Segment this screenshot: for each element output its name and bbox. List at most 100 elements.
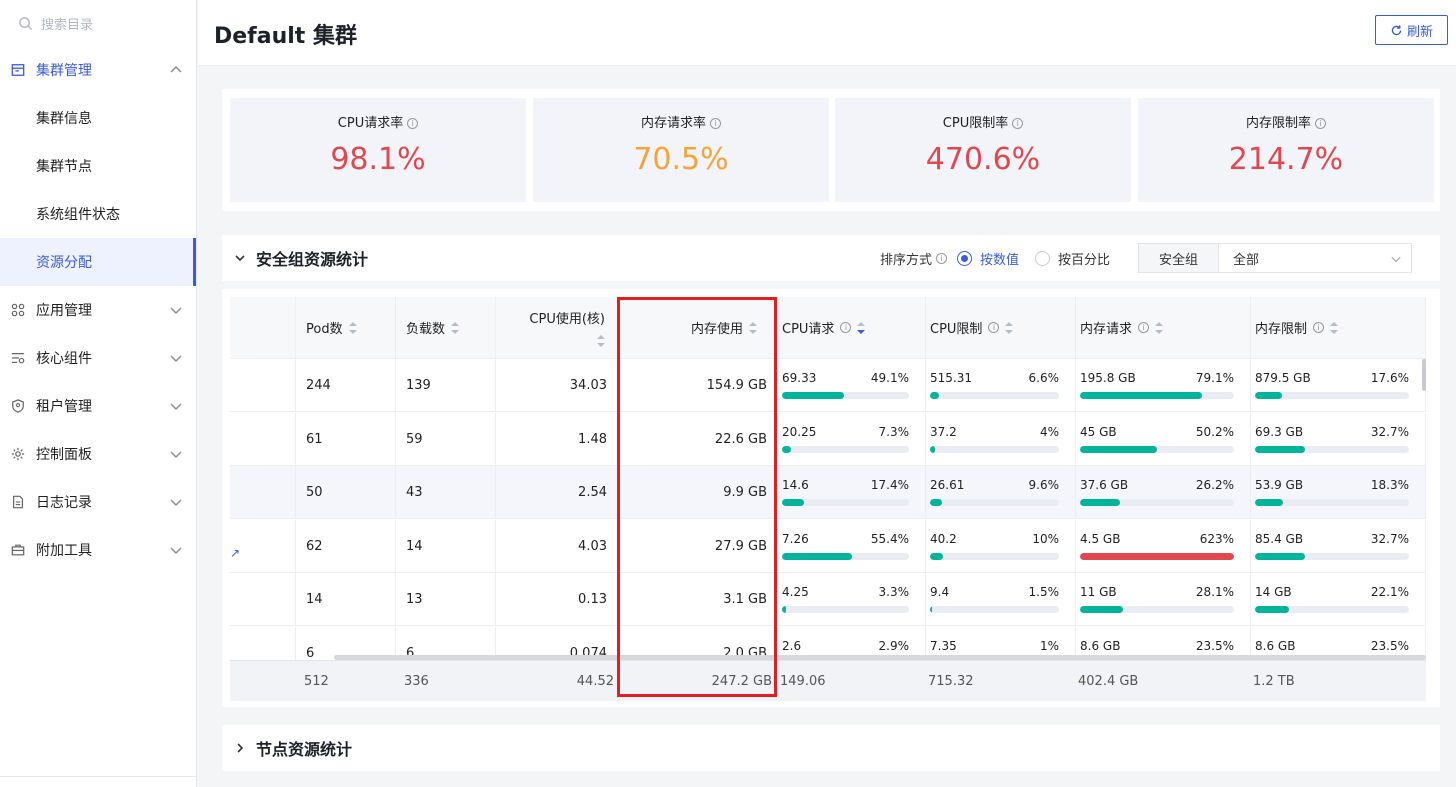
sidebar-group-6[interactable]: 附加工具 bbox=[0, 526, 196, 574]
bar-value: 69.3 GB bbox=[1255, 424, 1304, 439]
sort-icon[interactable] bbox=[451, 321, 460, 334]
filter-label: 安全组 bbox=[1139, 244, 1219, 272]
sidebar-group-3[interactable]: 租户管理 bbox=[0, 382, 196, 430]
table-header-mem-req[interactable]: 内存请求 i bbox=[1076, 297, 1251, 359]
sort-by-percent-radio[interactable] bbox=[1034, 250, 1050, 266]
sidebar-item-label: 系统组件状态 bbox=[36, 207, 120, 223]
cpu-use-cell: 34.03 bbox=[496, 359, 618, 412]
bar-percent: 10% bbox=[1032, 531, 1059, 546]
sidebar-group-label: 控制面板 bbox=[36, 447, 92, 463]
cpu-lim-cell: 40.2 10% bbox=[926, 519, 1076, 573]
chevron-down-icon[interactable] bbox=[234, 252, 246, 264]
pods-cell: 14 bbox=[296, 573, 396, 626]
table-row[interactable]: 244 139 34.03 154.9 GB 69.33 49.1% 515.31 6.6% 1… bbox=[230, 359, 1426, 412]
sort-by-value-label[interactable]: 按数值 bbox=[980, 249, 1019, 268]
sidebar-item-0-1[interactable]: 集群节点 bbox=[0, 142, 196, 190]
refresh-button[interactable]: 刷新 bbox=[1375, 15, 1448, 45]
table-row[interactable]: 61 59 1.48 22.6 GB 20.25 7.3% 37.2 4% 45 GB 50.2%… bbox=[230, 412, 1426, 466]
info-icon[interactable]: i bbox=[1315, 118, 1326, 129]
progress-track bbox=[1255, 499, 1409, 506]
security-group-select[interactable]: 全部 bbox=[1219, 244, 1411, 272]
page-title: Default 集群 bbox=[214, 24, 357, 49]
cpu-req-cell: 69.33 49.1% bbox=[778, 359, 926, 412]
sort-icon[interactable] bbox=[1330, 321, 1339, 334]
progress-track bbox=[930, 445, 1059, 453]
mem-req-cell: 37.6 GB 26.2% bbox=[1076, 466, 1251, 519]
progress-track bbox=[782, 552, 909, 560]
sidebar-item-0-0[interactable]: 集群信息 bbox=[0, 94, 196, 142]
sort-icon[interactable] bbox=[857, 321, 866, 334]
stat-label-text: CPU请求率 bbox=[337, 116, 404, 131]
cpu-use-cell: 0.13 bbox=[496, 573, 618, 626]
vertical-scrollbar[interactable] bbox=[1422, 359, 1426, 391]
progress-fill bbox=[1255, 606, 1290, 613]
sort-icon[interactable] bbox=[1005, 321, 1014, 334]
stat-label-text: 内存请求率 bbox=[640, 116, 706, 131]
sidebar-group-2[interactable]: 核心组件 bbox=[0, 334, 196, 382]
sort-icon[interactable] bbox=[1155, 321, 1164, 334]
info-icon[interactable]: i bbox=[1138, 322, 1150, 333]
table-header-loads[interactable]: 负载数 bbox=[396, 297, 496, 359]
info-icon[interactable]: i bbox=[1012, 118, 1024, 129]
chevron-down-icon bbox=[170, 307, 182, 314]
sidebar-group-label: 核心组件 bbox=[36, 351, 92, 367]
chevron-down-icon bbox=[170, 403, 182, 410]
sort-by-value-radio[interactable] bbox=[956, 250, 972, 266]
sidebar-search[interactable]: 搜索目录 bbox=[0, 0, 196, 46]
sidebar-item-0-2[interactable]: 系统组件状态 bbox=[0, 190, 196, 238]
chevron-down-icon bbox=[170, 547, 182, 554]
external-link-icon[interactable]: ↗ bbox=[230, 546, 240, 560]
bar-value: 8.6 GB bbox=[1080, 638, 1121, 653]
sort-icon[interactable] bbox=[348, 321, 357, 334]
table-header-pods[interactable]: Pod数 bbox=[296, 297, 396, 359]
stats-panel: CPU请求率 i 98.1% 内存请求率 i 70.5% CPU限制率 i 470.6% 内存限制… bbox=[222, 89, 1440, 211]
sort-by-percent-label[interactable]: 按百分比 bbox=[1058, 249, 1110, 268]
sidebar-group-label: 附加工具 bbox=[36, 543, 92, 559]
sidebar-group-5[interactable]: 日志记录 bbox=[0, 478, 196, 526]
loads-cell: 59 bbox=[396, 412, 496, 466]
bar-percent: 1% bbox=[1039, 638, 1059, 653]
info-icon[interactable]: i bbox=[1313, 322, 1325, 333]
sort-label: 排序方式 bbox=[879, 252, 932, 268]
sort-icon[interactable] bbox=[597, 335, 605, 347]
table-row[interactable]: 50 43 2.54 9.9 GB 14.6 17.4% 26.61 9.6% 37.6 GB 2… bbox=[230, 466, 1426, 519]
info-icon[interactable]: i bbox=[710, 118, 721, 129]
sidebar-item-label: 资源分配 bbox=[36, 255, 92, 271]
node-section-header[interactable]: 节点资源统计 bbox=[222, 725, 1440, 771]
progress-fill bbox=[1255, 499, 1284, 506]
sort-icon[interactable] bbox=[749, 321, 757, 334]
bar-percent: 4% bbox=[1039, 424, 1059, 439]
progress-fill bbox=[1255, 445, 1306, 453]
bar-value: 515.31 bbox=[930, 371, 972, 385]
table-row[interactable]: 14 13 0.13 3.1 GB 4.25 3.3% 9.4 1.5% 11 GB 28.1% 1… bbox=[230, 573, 1426, 626]
bar-percent: 55.4% bbox=[870, 531, 909, 546]
bar-percent: 79.1% bbox=[1195, 371, 1234, 385]
total-cell: 1.2 TB bbox=[1253, 674, 1295, 689]
table-header-cpu-lim[interactable]: CPU限制 i bbox=[926, 297, 1076, 359]
progress-fill bbox=[1255, 392, 1283, 399]
table-header-mem-lim[interactable]: 内存限制 i bbox=[1251, 297, 1426, 359]
row-name-cell bbox=[230, 412, 296, 466]
table-header-cpu-use[interactable]: CPU使用(核) bbox=[496, 297, 618, 359]
info-icon[interactable]: i bbox=[840, 322, 852, 333]
table-totals-row: 512 336 44.52 247.2 GB 149.06 715.32 402.4 GB 1… bbox=[230, 660, 1426, 701]
toolbox-icon bbox=[10, 542, 26, 558]
bar-value: 7.26 bbox=[782, 531, 809, 546]
progress-track bbox=[1255, 392, 1409, 399]
sidebar-group-4[interactable]: 控制面板 bbox=[0, 430, 196, 478]
table-header-mem-use[interactable]: 内存使用 bbox=[618, 297, 778, 359]
info-icon[interactable]: i bbox=[407, 118, 419, 129]
sidebar-group-1[interactable]: 应用管理 bbox=[0, 286, 196, 334]
progress-track bbox=[1080, 392, 1234, 399]
sidebar-group-0[interactable]: 集群管理 bbox=[0, 46, 196, 94]
table-row[interactable]: 62 14 4.03 27.9 GB 7.26 55.4% 40.2 10% 4.5 GB 623… bbox=[230, 519, 1426, 573]
table-header-cpu-req[interactable]: CPU请求 i bbox=[778, 297, 926, 359]
table-header-name bbox=[230, 297, 296, 359]
mem-use-cell: 22.6 GB bbox=[618, 412, 778, 466]
bar-value: 14 GB bbox=[1255, 585, 1292, 599]
chevron-right-icon[interactable] bbox=[234, 742, 246, 754]
progress-track bbox=[782, 392, 909, 399]
info-icon[interactable]: i bbox=[988, 322, 1000, 333]
stat-value: 70.5% bbox=[633, 142, 729, 177]
sidebar-item-0-3[interactable]: 资源分配 bbox=[0, 238, 196, 286]
